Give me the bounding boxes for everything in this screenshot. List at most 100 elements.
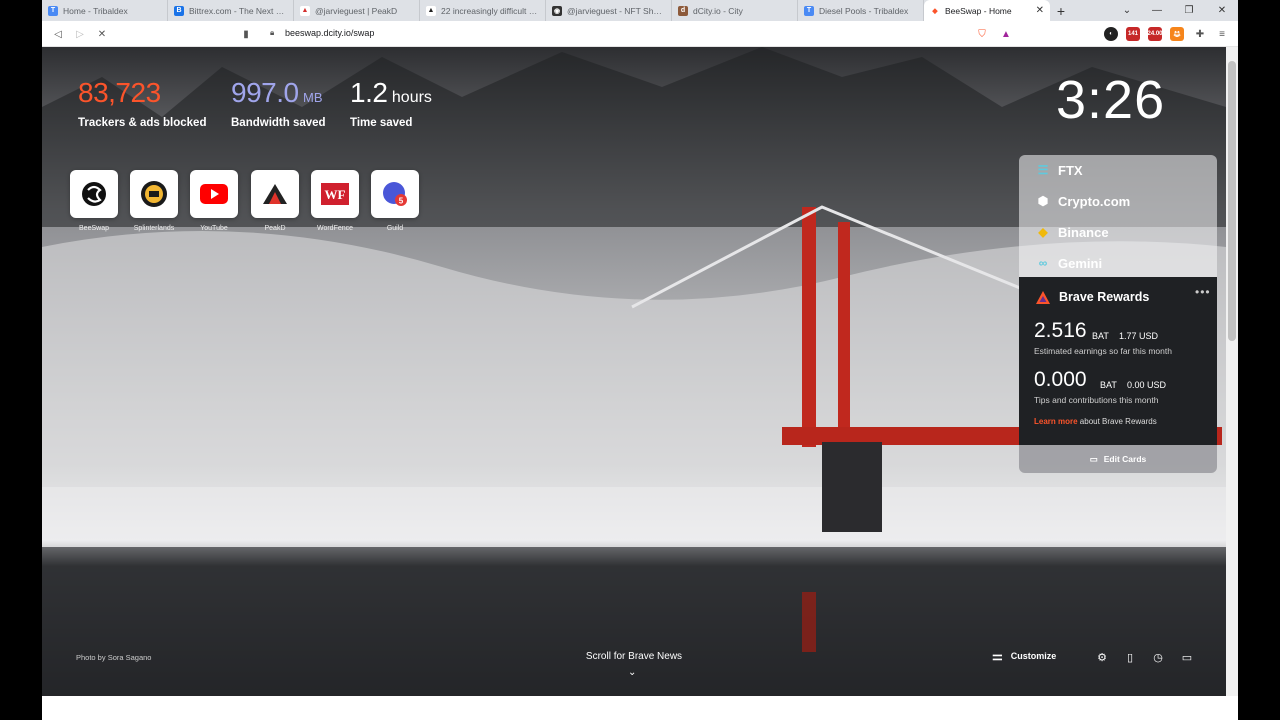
address-bar[interactable]: beeswap.dcity.io/swap [285, 28, 374, 38]
widget-label: Binance [1058, 224, 1109, 240]
tab-label: 22 increasingly difficult tas [441, 5, 539, 16]
tips-amount: 0.000 [1034, 368, 1087, 391]
tips-currency: BAT [1100, 380, 1117, 390]
top-site-label: PeakD [264, 225, 286, 232]
trackers-label: Trackers & ads blocked [78, 117, 207, 129]
new-tab-button[interactable]: + [1050, 0, 1072, 21]
scroll-for-news[interactable]: Scroll for Brave News [562, 651, 706, 662]
learn-more-rest: about Brave Rewards [1077, 417, 1157, 426]
splinterlands-icon [141, 181, 167, 207]
clock: 3:26 [1056, 70, 1166, 130]
top-site-label: BeeSwap [79, 225, 109, 232]
browser-window: T Home - Tribaldex B Bittrex.com - The Nex… [42, 0, 1238, 720]
bandwidth-stat: 997.0 MB Bandwidth saved [231, 77, 326, 129]
tab-1[interactable]: T Home - Tribaldex [42, 0, 168, 21]
edit-cards-button[interactable]: ▭ Edit Cards [1019, 445, 1217, 473]
chevron-down-icon[interactable]: ⌄ [628, 667, 636, 678]
bandwidth-value: 997.0 [231, 77, 299, 108]
nft-showroom-favicon-icon: ◉ [552, 5, 562, 16]
top-site-youtube[interactable] [190, 170, 238, 218]
extensions-puzzle-icon[interactable]: ✚ [1192, 26, 1208, 42]
extension-badge-icon[interactable]: 24.00 [1148, 27, 1163, 41]
customize-button[interactable]: ⚌ Customize [992, 649, 1056, 663]
learn-more-text: Learn more about Brave Rewards [1034, 417, 1157, 426]
bandwidth-label: Bandwidth saved [231, 117, 326, 129]
tab-search-icon[interactable]: ⌄ [1112, 0, 1142, 21]
bittrex-favicon-icon: B [174, 5, 184, 16]
stop-loading-icon[interactable]: ✕ [94, 26, 110, 42]
bat-triangle-icon [1036, 291, 1050, 304]
youtube-icon [200, 184, 228, 204]
lock-icon[interactable]: 🔒︎ [270, 28, 274, 38]
top-site-beeswap[interactable] [70, 170, 118, 218]
peakd-icon [263, 184, 287, 204]
tab-6[interactable]: d dCity.io - City [672, 0, 798, 21]
top-site-label: Splinterlands [133, 225, 175, 232]
top-site-guild[interactable]: 5 [371, 170, 419, 218]
extension-icon[interactable]: ◐ [1104, 27, 1118, 41]
close-tab-icon[interactable]: ✕ [1036, 5, 1044, 16]
metamask-icon[interactable]: 🦊︎ [1170, 27, 1184, 41]
widget-crypto-com[interactable]: ⬢ Crypto.com [1035, 190, 1130, 212]
tab-2[interactable]: B Bittrex.com - The Next Gen [168, 0, 294, 21]
peakd-favicon-icon: ▲ [426, 5, 436, 16]
close-window-icon[interactable]: ✕ [1207, 0, 1237, 21]
bottom-bar [42, 696, 1238, 720]
top-site-peakd[interactable] [251, 170, 299, 218]
top-site-wf[interactable]: WF [311, 170, 359, 218]
brave-talk-icon[interactable]: ▭ [1179, 649, 1195, 665]
tab-strip: T Home - Tribaldex B Bittrex.com - The Nex… [42, 0, 1238, 21]
minimize-icon[interactable]: — [1142, 0, 1172, 21]
tab-3[interactable]: ▲ @jarvieguest | PeakD [294, 0, 420, 21]
settings-gear-icon[interactable]: ⚙ [1094, 649, 1110, 665]
tribaldex-favicon-icon: T [804, 5, 814, 16]
tab-7[interactable]: T Diesel Pools - Tribaldex [798, 0, 924, 21]
customize-label: Customize [1010, 651, 1057, 661]
scrollbar[interactable] [1226, 47, 1238, 696]
brave-favicon-icon: ◆ [930, 5, 940, 16]
tab-label: Diesel Pools - Tribaldex [819, 5, 909, 16]
bookmarks-icon[interactable]: ▯ [1122, 649, 1138, 665]
earnings-amount: 2.516 [1034, 319, 1087, 342]
time-label: Time saved [350, 117, 413, 129]
rewards-title: Brave Rewards [1059, 290, 1150, 304]
top-site-label: WordFence [316, 225, 354, 232]
forward-icon[interactable]: ▷ [72, 26, 88, 42]
restore-icon[interactable]: ❐ [1174, 0, 1204, 21]
back-icon[interactable]: ◁ [50, 26, 66, 42]
time-stat: 1.2 hours Time saved [350, 77, 432, 129]
tips-label: Tips and contributions this month [1034, 395, 1159, 405]
menu-icon[interactable]: ≡ [1214, 26, 1230, 42]
tab-active[interactable]: ◆ BeeSwap - Home ✕ [924, 0, 1050, 21]
tab-label: BeeSwap - Home [945, 5, 1012, 16]
bee-logo-icon [82, 182, 106, 206]
peakd-favicon-icon: ▲ [300, 5, 310, 16]
brave-shields-icon[interactable]: ⛉ [974, 26, 990, 42]
widget-gemini[interactable]: ∞ Gemini [1035, 252, 1102, 274]
top-site-splinterlands[interactable] [130, 170, 178, 218]
widget-ftx[interactable]: ☰ FTX [1035, 159, 1083, 181]
sliders-icon: ⚌ [992, 649, 1003, 663]
brave-rewards-icon[interactable]: ▲ [998, 26, 1014, 42]
bookmark-icon[interactable]: ▮ [238, 26, 254, 42]
top-site-label: Guild [386, 225, 404, 232]
photo-credit[interactable]: Photo by Sora Sagano [76, 653, 151, 662]
more-options-icon[interactable]: ••• [1195, 285, 1211, 299]
edit-cards-label: Edit Cards [1103, 454, 1147, 464]
history-icon[interactable]: ◷ [1150, 649, 1166, 665]
tab-label: @jarvieguest | PeakD [315, 5, 398, 16]
learn-more-link[interactable]: Learn more [1034, 417, 1078, 426]
svg-text:5: 5 [399, 197, 404, 206]
widget-binance[interactable]: ◆ Binance [1035, 221, 1109, 243]
tips-usd: 0.00 USD [1127, 380, 1167, 390]
earnings-label: Estimated earnings so far this month [1034, 346, 1172, 356]
earnings-currency: BAT [1092, 331, 1109, 341]
widget-label: Gemini [1058, 255, 1103, 271]
scrollbar-thumb[interactable] [1228, 61, 1236, 341]
guild-icon: 5 [383, 182, 407, 206]
tab-4[interactable]: ▲ 22 increasingly difficult tas [420, 0, 546, 21]
new-tab-page: 83,723 Trackers & ads blocked 997.0 MB B… [42, 47, 1226, 696]
tab-5[interactable]: ◉ @jarvieguest - NFT Showro [546, 0, 672, 21]
extension-badge-icon[interactable]: 141 [1126, 27, 1140, 41]
time-value: 1.2 [350, 77, 388, 108]
